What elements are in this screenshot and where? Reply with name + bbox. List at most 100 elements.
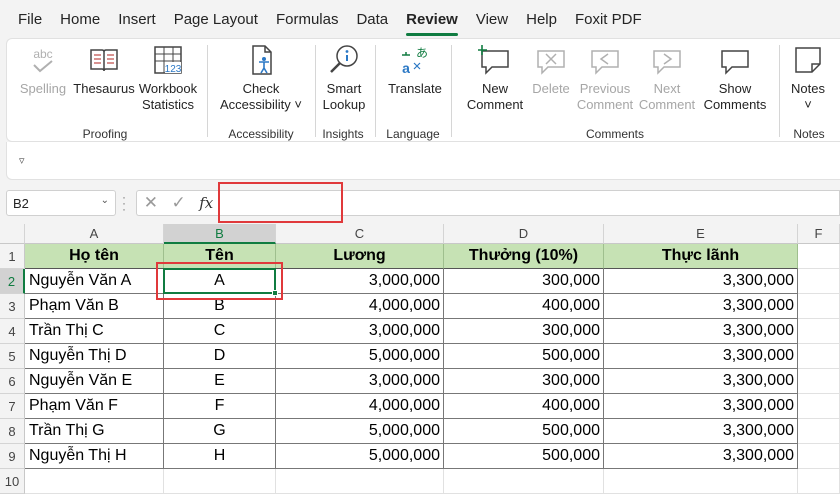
table-cell[interactable]: 3,300,000 [604, 444, 798, 469]
table-cell[interactable]: F [164, 394, 276, 419]
table-cell[interactable]: Nguyễn Văn E [25, 369, 164, 394]
empty-cell[interactable] [798, 344, 840, 369]
table-cell[interactable]: Nguyễn Thị H [25, 444, 164, 469]
table-cell[interactable]: Trần Thị G [25, 419, 164, 444]
tab-file[interactable]: File [0, 0, 51, 38]
row-header-3[interactable]: 3 [0, 294, 25, 319]
row-header-1[interactable]: 1 [0, 244, 25, 269]
previous-comment-button[interactable]: Previous Comment [573, 43, 637, 113]
empty-cell[interactable] [798, 294, 840, 319]
tab-data[interactable]: Data [347, 0, 397, 38]
tab-insert[interactable]: Insert [109, 0, 165, 38]
chevron-down-icon[interactable]: ⌄ [101, 195, 109, 206]
table-cell[interactable]: H [164, 444, 276, 469]
table-cell[interactable]: 3,000,000 [276, 319, 444, 344]
table-cell[interactable]: 3,300,000 [604, 344, 798, 369]
table-cell[interactable]: 5,000,000 [276, 419, 444, 444]
table-cell[interactable]: 3,000,000 [276, 269, 444, 294]
empty-cell[interactable] [798, 469, 840, 494]
row-header-8[interactable]: 8 [0, 419, 25, 444]
empty-cell[interactable] [798, 269, 840, 294]
fill-handle[interactable] [272, 290, 278, 296]
tab-help[interactable]: Help [517, 0, 566, 38]
empty-cell[interactable] [276, 469, 444, 494]
spelling-button[interactable]: abc Spelling [15, 43, 71, 97]
empty-cell[interactable] [444, 469, 604, 494]
table-cell[interactable]: 500,000 [444, 344, 604, 369]
tab-formulas[interactable]: Formulas [267, 0, 348, 38]
empty-cell[interactable] [798, 419, 840, 444]
row-header-7[interactable]: 7 [0, 394, 25, 419]
table-cell[interactable]: 5,000,000 [276, 344, 444, 369]
row-header-4[interactable]: 4 [0, 319, 25, 344]
empty-cell[interactable] [604, 469, 798, 494]
table-cell[interactable]: Phạm Văn B [25, 294, 164, 319]
table-cell[interactable]: 300,000 [444, 319, 604, 344]
tab-page-layout[interactable]: Page Layout [165, 0, 267, 38]
show-comments-button[interactable]: Show Comments [697, 43, 773, 113]
name-box[interactable]: B2 ⌄ [6, 190, 116, 216]
table-cell[interactable]: 3,300,000 [604, 369, 798, 394]
table-header-cell[interactable]: Họ tên [25, 244, 164, 269]
column-header-C[interactable]: C [276, 224, 444, 244]
table-cell[interactable]: Nguyễn Thị D [25, 344, 164, 369]
new-comment-button[interactable]: New Comment [461, 43, 529, 113]
table-cell[interactable]: 500,000 [444, 444, 604, 469]
ribbon-options-caret[interactable]: ▿ [19, 154, 25, 167]
table-cell[interactable]: 400,000 [444, 294, 604, 319]
smart-lookup-button[interactable]: Smart Lookup [319, 43, 369, 113]
workbook-statistics-button[interactable]: 123 Workbook Statistics [135, 43, 201, 113]
row-header-2[interactable]: 2 [0, 269, 25, 294]
table-cell[interactable]: D [164, 344, 276, 369]
select-all-corner[interactable] [0, 224, 25, 244]
row-header-9[interactable]: 9 [0, 444, 25, 469]
function-icon[interactable]: fx [199, 194, 213, 212]
table-cell[interactable]: 5,000,000 [276, 444, 444, 469]
translate-button[interactable]: aあ Translate [383, 43, 447, 97]
table-cell[interactable]: 300,000 [444, 369, 604, 394]
table-cell[interactable]: 3,300,000 [604, 269, 798, 294]
table-cell[interactable]: C [164, 319, 276, 344]
tab-home[interactable]: Home [51, 0, 109, 38]
check-accessibility-button[interactable]: Check Accessibility ˅ [213, 43, 309, 113]
tab-foxit-pdf[interactable]: Foxit PDF [566, 0, 651, 38]
table-header-cell[interactable]: Thực lãnh [604, 244, 798, 269]
cancel-icon[interactable]: ✕ [144, 193, 158, 213]
table-cell[interactable]: 4,000,000 [276, 294, 444, 319]
table-cell[interactable]: Trần Thị C [25, 319, 164, 344]
table-cell[interactable]: 400,000 [444, 394, 604, 419]
row-header-5[interactable]: 5 [0, 344, 25, 369]
enter-icon[interactable]: ✓ [171, 193, 185, 213]
column-header-B[interactable]: B [164, 224, 276, 244]
row-header-10[interactable]: 10 [0, 469, 25, 494]
table-cell[interactable]: B [164, 294, 276, 319]
formula-input[interactable] [220, 190, 840, 216]
empty-cell[interactable] [798, 244, 840, 269]
table-cell[interactable]: Phạm Văn F [25, 394, 164, 419]
table-cell[interactable]: 3,300,000 [604, 394, 798, 419]
table-cell[interactable]: G [164, 419, 276, 444]
column-header-A[interactable]: A [25, 224, 164, 244]
table-cell[interactable]: E [164, 369, 276, 394]
empty-cell[interactable] [798, 444, 840, 469]
column-header-D[interactable]: D [444, 224, 604, 244]
column-header-F[interactable]: F [798, 224, 840, 244]
table-header-cell[interactable]: Tên [164, 244, 276, 269]
notes-button[interactable]: Notes ˅ [783, 43, 833, 113]
table-cell[interactable]: Nguyễn Văn A [25, 269, 164, 294]
table-cell[interactable]: 300,000 [444, 269, 604, 294]
table-header-cell[interactable]: Thưởng (10%) [444, 244, 604, 269]
delete-comment-button[interactable]: Delete [527, 43, 575, 97]
empty-cell[interactable] [798, 319, 840, 344]
table-cell[interactable]: 3,000,000 [276, 369, 444, 394]
tab-review[interactable]: Review [397, 0, 467, 38]
next-comment-button[interactable]: Next Comment [635, 43, 699, 113]
table-cell[interactable]: 4,000,000 [276, 394, 444, 419]
row-header-6[interactable]: 6 [0, 369, 25, 394]
empty-cell[interactable] [798, 369, 840, 394]
empty-cell[interactable] [164, 469, 276, 494]
table-cell[interactable]: 3,300,000 [604, 294, 798, 319]
empty-cell[interactable] [25, 469, 164, 494]
empty-cell[interactable] [798, 394, 840, 419]
table-cell[interactable]: 3,300,000 [604, 419, 798, 444]
